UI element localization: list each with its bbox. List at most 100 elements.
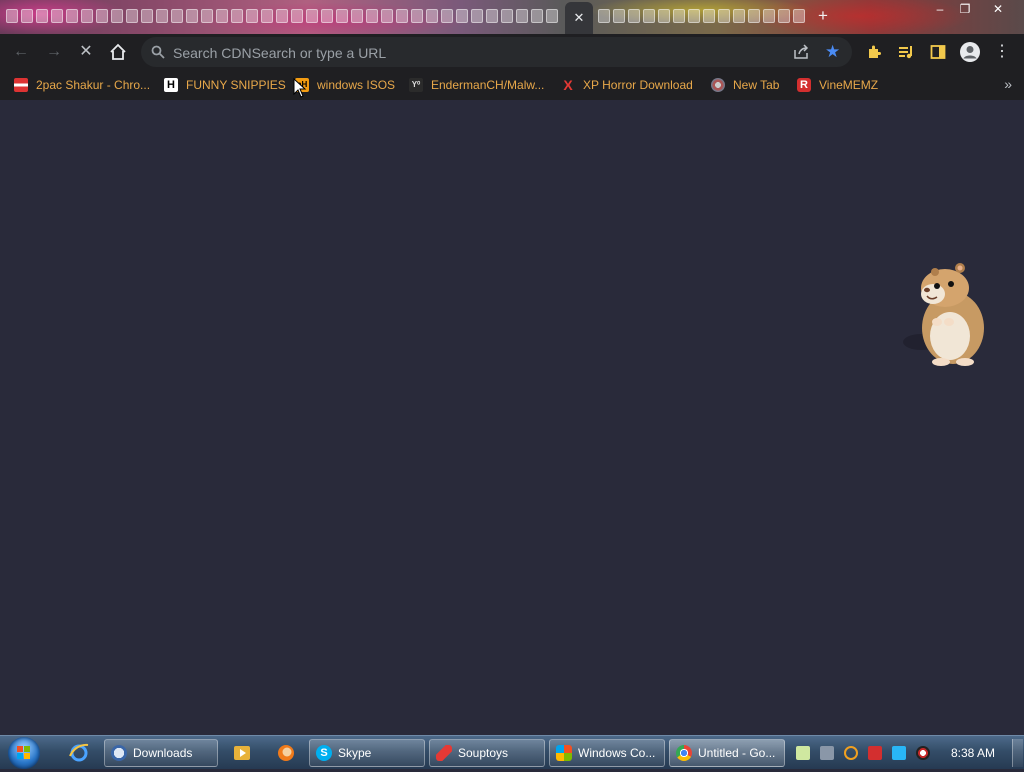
- mini-tab[interactable]: [336, 9, 348, 23]
- mini-tab[interactable]: [36, 9, 48, 23]
- bookmark-star-icon[interactable]: ★: [825, 42, 840, 62]
- mini-tab[interactable]: [186, 9, 198, 23]
- stop-loading-icon[interactable]: ✕: [74, 40, 98, 64]
- mini-tab[interactable]: [141, 9, 153, 23]
- mini-tab[interactable]: [351, 9, 363, 23]
- back-arrow-icon[interactable]: ←: [9, 40, 33, 64]
- mini-tab[interactable]: [306, 9, 318, 23]
- bookmark-windows-isos[interactable]: nH windows ISOS: [295, 76, 395, 94]
- home-icon[interactable]: [106, 40, 130, 64]
- mini-tab[interactable]: [546, 9, 558, 23]
- forward-arrow-icon[interactable]: →: [42, 40, 66, 64]
- mini-tab[interactable]: [291, 9, 303, 23]
- mini-tab[interactable]: [51, 9, 63, 23]
- mini-tab[interactable]: [96, 9, 108, 23]
- bookmarks-overflow-icon[interactable]: »: [1004, 76, 1012, 92]
- new-tab-button[interactable]: +: [818, 6, 828, 26]
- internet-explorer-pinned[interactable]: [62, 739, 96, 767]
- tray-flag-icon[interactable]: [868, 746, 882, 760]
- taskbar-skype[interactable]: S Skype: [309, 739, 425, 767]
- mini-tab[interactable]: [471, 9, 483, 23]
- mini-tab[interactable]: [381, 9, 393, 23]
- mini-tab[interactable]: [411, 9, 423, 23]
- mini-tab[interactable]: [673, 9, 685, 23]
- tray-search-icon[interactable]: [844, 746, 858, 760]
- bookmark-funny-snippies[interactable]: H FUNNY SNIPPIES: [164, 76, 286, 94]
- close-window-button[interactable]: ✕: [986, 1, 1010, 17]
- taskbar-chrome[interactable]: Untitled - Go...: [669, 739, 785, 767]
- mini-tab[interactable]: [718, 9, 730, 23]
- profile-avatar-icon[interactable]: [958, 40, 982, 64]
- mini-tab[interactable]: [171, 9, 183, 23]
- taskbar-clock[interactable]: 8:38 AM: [951, 746, 995, 760]
- extensions-icon[interactable]: [862, 40, 886, 64]
- mini-tab[interactable]: [643, 9, 655, 23]
- mini-tab[interactable]: [231, 9, 243, 23]
- mini-tab[interactable]: [276, 9, 288, 23]
- mini-tab[interactable]: [793, 9, 805, 23]
- share-icon[interactable]: [793, 44, 809, 63]
- mini-tab[interactable]: [613, 9, 625, 23]
- windows-taskbar: Downloads S Skype Souptoys Windows Co...…: [0, 735, 1024, 769]
- mini-tab[interactable]: [531, 9, 543, 23]
- mini-tab[interactable]: [66, 9, 78, 23]
- bookmarks-bar: 2pac Shakur - Chro... H FUNNY SNIPPIES n…: [0, 70, 1024, 100]
- active-tab[interactable]: ✕: [565, 2, 593, 34]
- mini-tab[interactable]: [628, 9, 640, 23]
- mini-tab[interactable]: [426, 9, 438, 23]
- media-player-pinned[interactable]: [225, 739, 259, 767]
- menu-kebab-icon[interactable]: ⋮: [990, 40, 1014, 64]
- taskbar-souptoys[interactable]: Souptoys: [429, 739, 545, 767]
- mini-tab[interactable]: [658, 9, 670, 23]
- address-bar[interactable]: Search CDNSearch or type a URL ★: [141, 37, 852, 67]
- bookmark-2pac-shakur[interactable]: 2pac Shakur - Chro...: [14, 76, 150, 94]
- bookmark-xp-horror-download[interactable]: X XP Horror Download: [561, 76, 693, 94]
- mini-tab[interactable]: [21, 9, 33, 23]
- bookmark-new-tab[interactable]: New Tab: [711, 76, 779, 94]
- mini-tab[interactable]: [516, 9, 528, 23]
- mini-tab[interactable]: [126, 9, 138, 23]
- tray-volume-icon[interactable]: [916, 746, 930, 760]
- show-desktop-button[interactable]: [1012, 739, 1023, 767]
- bookmark-vinememz[interactable]: R VineMEMZ: [797, 76, 878, 94]
- mini-tab[interactable]: [778, 9, 790, 23]
- mini-tab[interactable]: [688, 9, 700, 23]
- mini-tab[interactable]: [6, 9, 18, 23]
- mini-tab[interactable]: [763, 9, 775, 23]
- taskbar-downloads[interactable]: Downloads: [104, 739, 218, 767]
- mini-tab[interactable]: [156, 9, 168, 23]
- mini-tab[interactable]: [748, 9, 760, 23]
- mini-tab[interactable]: [366, 9, 378, 23]
- restore-button[interactable]: ❐: [953, 1, 977, 17]
- tray-monitor-icon[interactable]: [892, 746, 906, 760]
- mini-tab[interactable]: [598, 9, 610, 23]
- mini-tab[interactable]: [501, 9, 513, 23]
- mini-tab[interactable]: [246, 9, 258, 23]
- side-panel-icon[interactable]: [926, 40, 950, 64]
- mini-tab[interactable]: [321, 9, 333, 23]
- close-tab-icon[interactable]: ✕: [565, 10, 593, 26]
- tray-network-icon[interactable]: [820, 746, 834, 760]
- mini-tab[interactable]: [201, 9, 213, 23]
- bookmark-endermanch[interactable]: Y⁰ EndermanCH/Malw...: [409, 76, 544, 94]
- hamster-mascot-icon[interactable]: [897, 260, 993, 372]
- taskbar-windows-co[interactable]: Windows Co...: [549, 739, 665, 767]
- skype-icon: S: [316, 745, 332, 761]
- mini-tab[interactable]: [486, 9, 498, 23]
- minimize-button[interactable]: –: [928, 1, 952, 17]
- taskbar-label: Skype: [338, 746, 372, 760]
- mini-tab[interactable]: [261, 9, 273, 23]
- firefox-pinned[interactable]: [269, 739, 303, 767]
- mini-tab[interactable]: [733, 9, 745, 23]
- media-control-icon[interactable]: [894, 40, 918, 64]
- mini-tab[interactable]: [441, 9, 453, 23]
- mini-tab[interactable]: [456, 9, 468, 23]
- mini-tab[interactable]: [703, 9, 715, 23]
- mini-tab[interactable]: [111, 9, 123, 23]
- start-button[interactable]: [8, 737, 40, 769]
- tray-notes-icon[interactable]: [796, 746, 810, 760]
- media-player-icon: [234, 746, 250, 760]
- mini-tab[interactable]: [216, 9, 228, 23]
- mini-tab[interactable]: [81, 9, 93, 23]
- mini-tab[interactable]: [396, 9, 408, 23]
